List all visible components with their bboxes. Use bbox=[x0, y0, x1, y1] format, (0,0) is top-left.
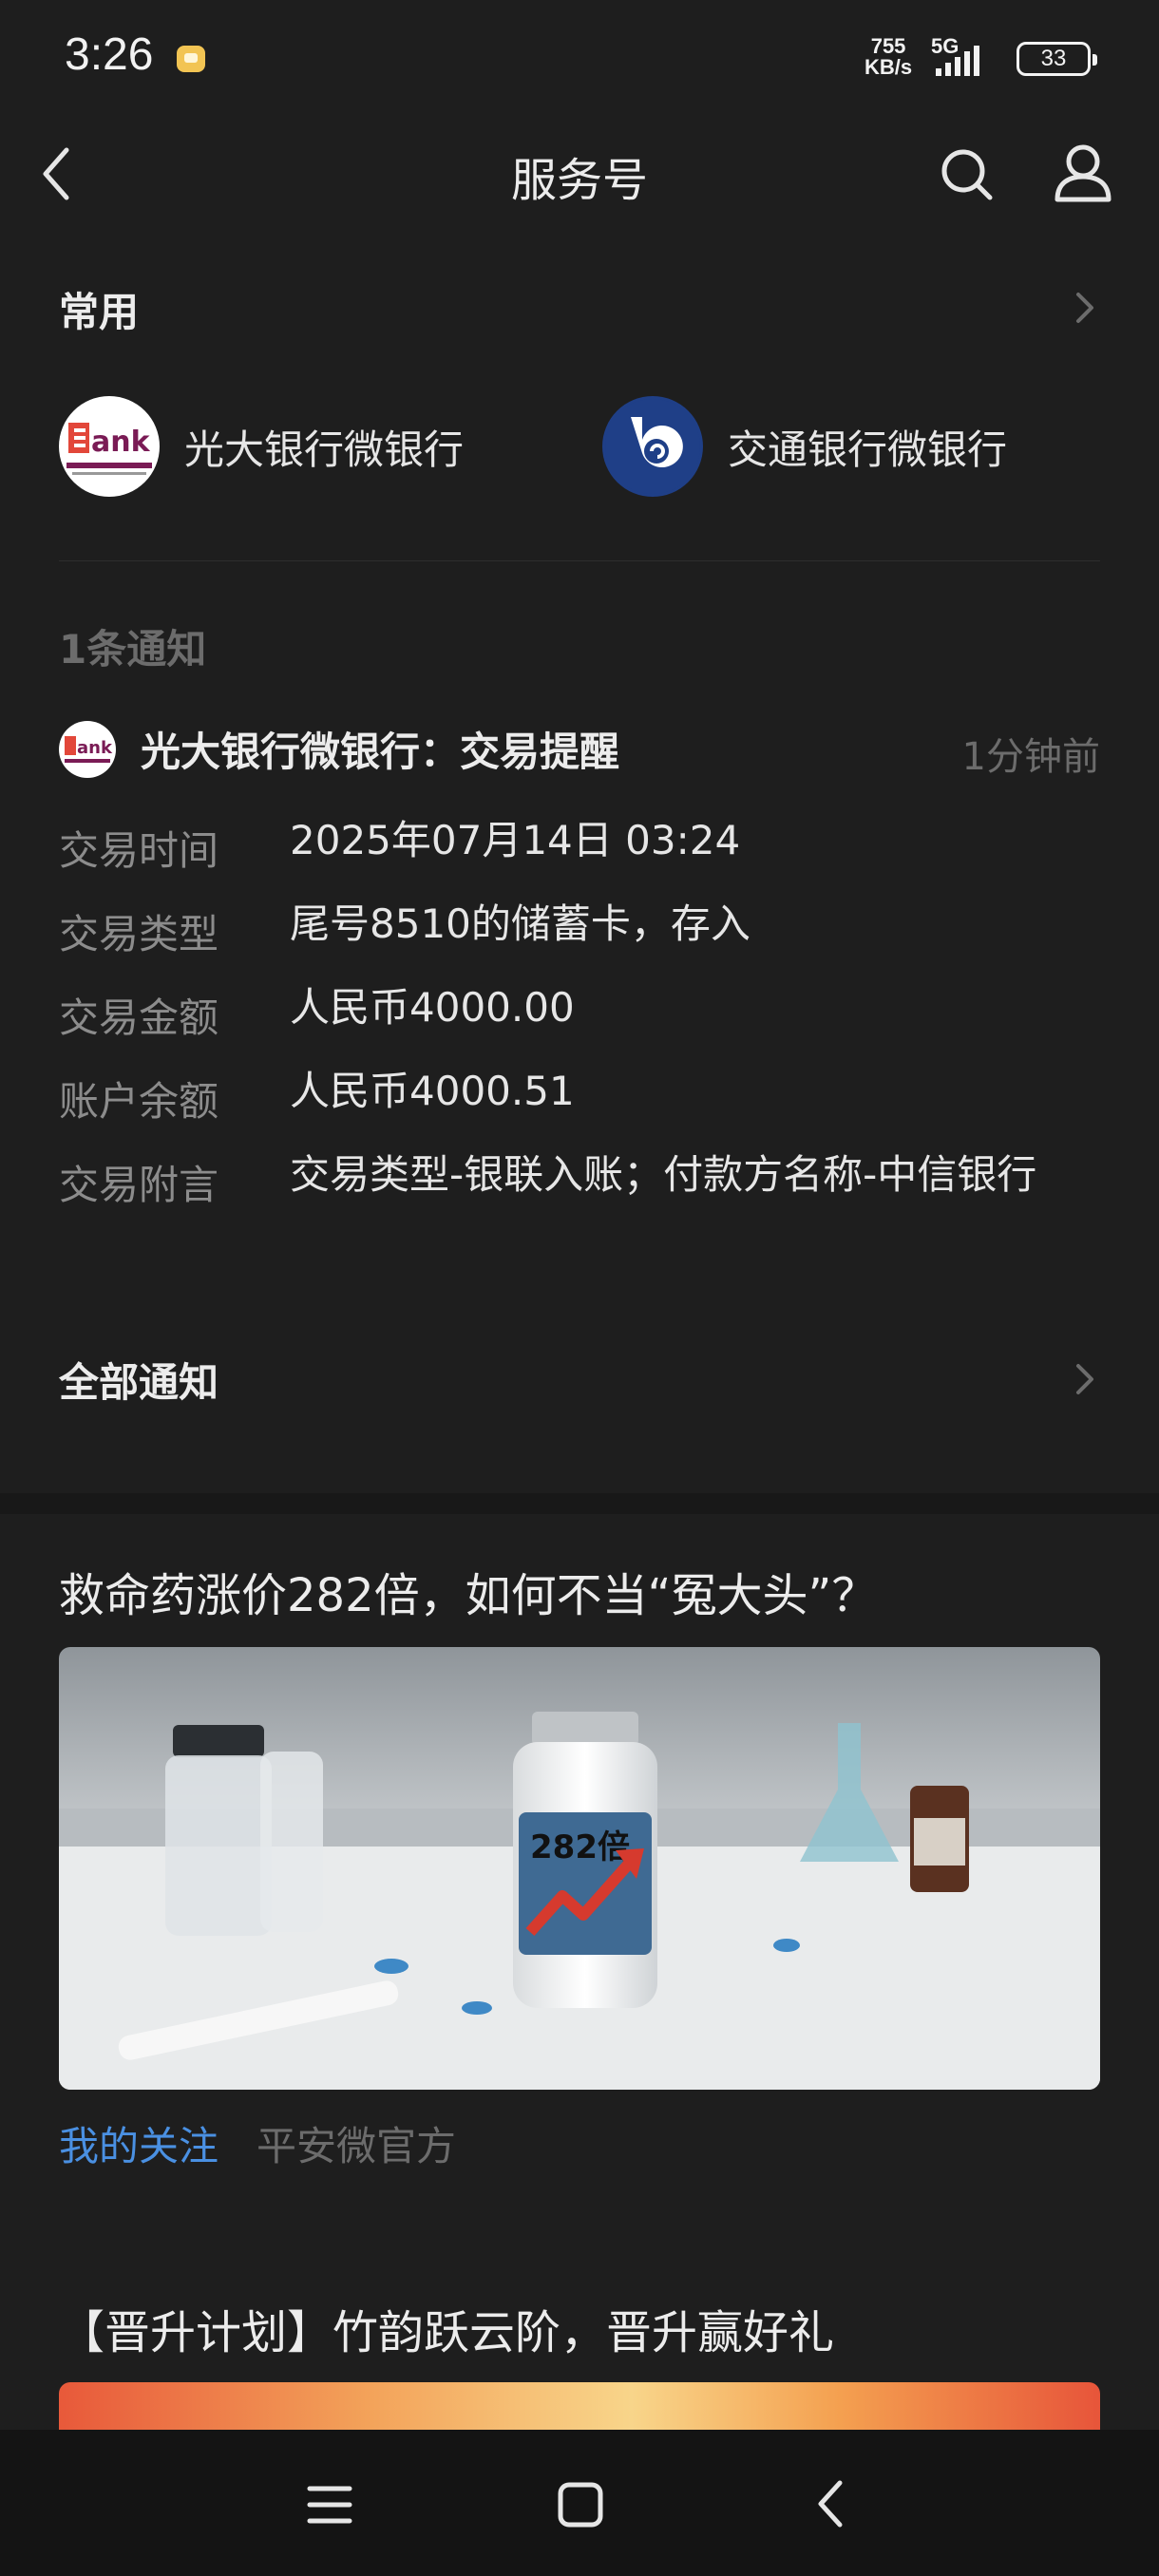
search-icon[interactable] bbox=[939, 142, 996, 205]
notification-app-icon bbox=[177, 46, 205, 72]
favorite-ceb-bank[interactable]: ank 光大银行微银行 bbox=[59, 394, 464, 499]
favorite-name: 交通银行微银行 bbox=[728, 426, 1008, 473]
net-speed-value: 755 bbox=[870, 34, 906, 58]
nav-back-icon[interactable] bbox=[813, 2479, 847, 2529]
battery-icon: 33 bbox=[1016, 42, 1097, 76]
field-label: 交易附言 bbox=[59, 1162, 219, 1208]
field-value: 人民币4000.51 bbox=[290, 1068, 575, 1114]
field-value: 交易类型-银联入账；付款方名称-中信银行 bbox=[290, 1151, 1037, 1198]
divider bbox=[59, 560, 1100, 561]
follow-tag[interactable]: 我的关注 bbox=[59, 2114, 218, 2172]
favorite-name: 光大银行微银行 bbox=[184, 426, 465, 473]
status-time: 3:26 bbox=[65, 29, 154, 80]
all-notifications-link[interactable]: 全部通知 bbox=[59, 1351, 218, 1409]
message-title: 光大银行微银行：交易提醒 bbox=[141, 729, 620, 775]
field-value: 2025年07月14日 03:24 bbox=[290, 817, 741, 863]
field-label: 交易类型 bbox=[59, 911, 219, 957]
home-icon[interactable] bbox=[557, 2481, 604, 2529]
common-chevron-right-icon[interactable] bbox=[1074, 289, 1096, 327]
menu-icon[interactable] bbox=[306, 2483, 353, 2527]
notification-count: 1条通知 bbox=[59, 626, 207, 672]
profile-icon[interactable] bbox=[1053, 141, 1113, 203]
field-value: 人民币4000.00 bbox=[290, 984, 575, 1031]
ceb-bank-logo-icon: ank bbox=[59, 720, 116, 778]
article-image[interactable] bbox=[59, 2382, 1100, 2430]
article-title[interactable]: 【晋升计划】竹韵跃云阶，晋升赢好礼 bbox=[59, 2295, 834, 2361]
svg-text:ank: ank bbox=[77, 738, 113, 758]
article-image[interactable]: 282倍 bbox=[59, 1647, 1100, 2090]
status-bar: 3:26 755 KB/s 5G 33 bbox=[0, 0, 1159, 114]
bocom-bank-logo-icon bbox=[602, 396, 703, 497]
all-notifications-chevron-right-icon[interactable] bbox=[1074, 1360, 1096, 1398]
net-speed-unit: KB/s bbox=[864, 55, 913, 79]
bottle-label-text: 282倍 bbox=[530, 1828, 630, 1866]
field-label: 交易金额 bbox=[59, 994, 219, 1041]
ceb-bank-logo-icon: ank bbox=[59, 396, 160, 497]
article-title[interactable]: 救命药涨价282倍，如何不当“冤大头”？ bbox=[59, 1558, 877, 1624]
signal-icon bbox=[936, 46, 979, 76]
article-source[interactable]: 平安微官方 bbox=[256, 2114, 456, 2172]
svg-text:ank: ank bbox=[91, 426, 150, 457]
section-separator bbox=[0, 1493, 1159, 1514]
field-value: 尾号8510的储蓄卡，存入 bbox=[290, 900, 750, 947]
field-label: 账户余额 bbox=[59, 1078, 219, 1125]
net-speed: 755 KB/s bbox=[864, 36, 912, 78]
message-header[interactable]: ank 光大银行微银行：交易提醒 bbox=[59, 720, 619, 778]
field-label: 交易时间 bbox=[59, 827, 219, 874]
message-time: 1分钟前 bbox=[961, 735, 1100, 779]
common-heading: 常用 bbox=[59, 289, 140, 335]
favorite-bocom-bank[interactable]: 交通银行微银行 bbox=[602, 394, 1007, 499]
